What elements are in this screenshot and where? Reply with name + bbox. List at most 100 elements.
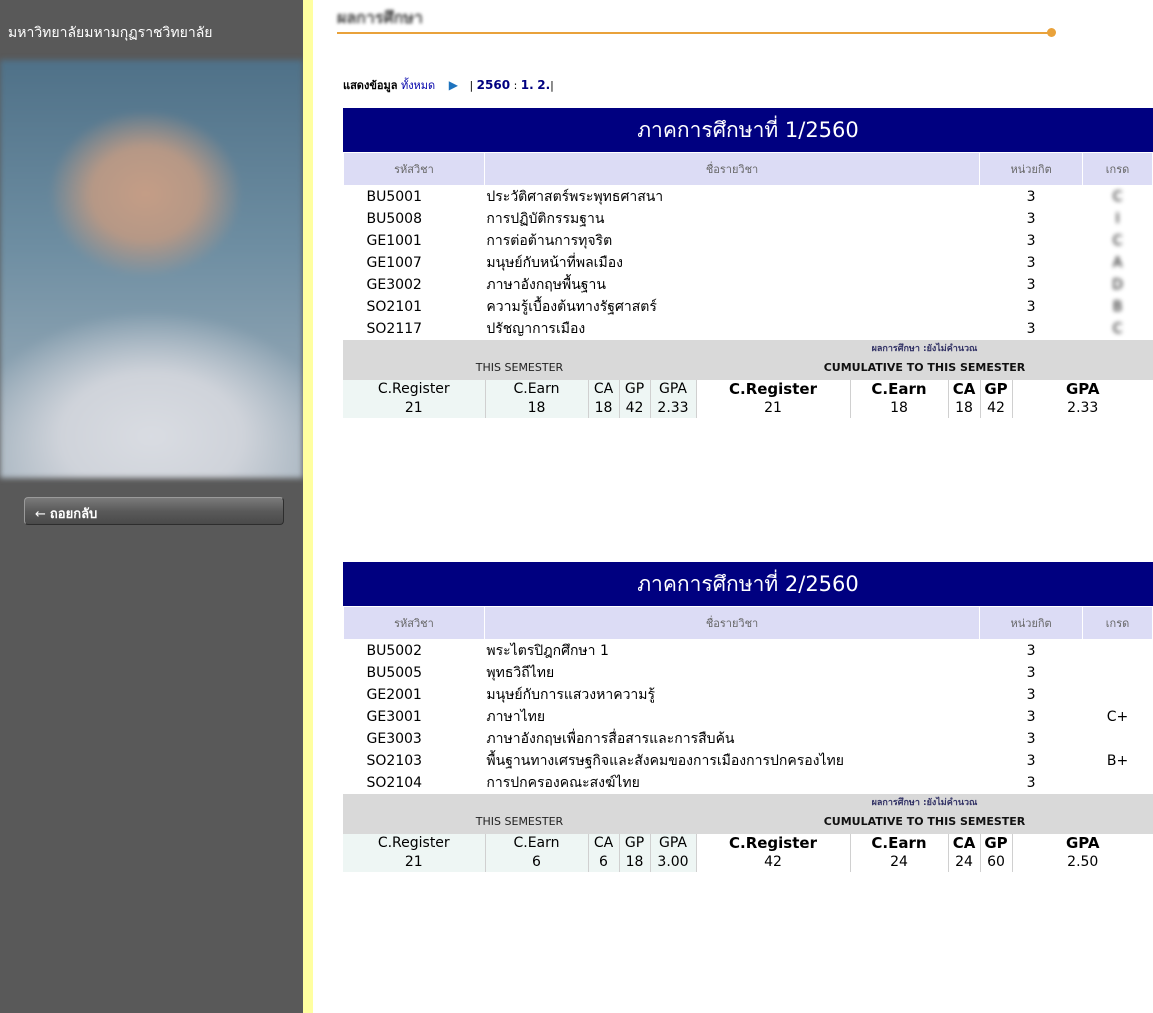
course-grade: B bbox=[1112, 299, 1123, 315]
c-earn-value: 18 bbox=[527, 400, 546, 416]
course-grade: C+ bbox=[1106, 709, 1129, 725]
gpa-value: 3.00 bbox=[657, 854, 689, 870]
filter-year[interactable]: 2560 bbox=[477, 78, 510, 92]
filter-end: | bbox=[550, 79, 554, 92]
course-grade: B+ bbox=[1106, 753, 1129, 769]
course-credit: 3 bbox=[1026, 277, 1036, 293]
course-name: พุทธวิถีไทย bbox=[486, 665, 555, 681]
course-code: BU5001 bbox=[366, 189, 422, 205]
course-code: SO2103 bbox=[366, 753, 423, 769]
filter-semester-2[interactable]: 2. bbox=[537, 78, 550, 92]
course-credit: 3 bbox=[1026, 189, 1036, 205]
semester-filter: แสดงข้อมูล ทั้งหมด ▶ | 2560 : 1. 2.| bbox=[343, 76, 554, 94]
course-credit: 3 bbox=[1026, 687, 1036, 703]
gpa-label: GPA bbox=[659, 381, 687, 397]
course-name: ภาษาไทย bbox=[486, 709, 546, 725]
course-name: ภาษาอังกฤษพื้นฐาน bbox=[486, 277, 606, 293]
gpa-label: GPA bbox=[659, 835, 687, 851]
course-credit: 3 bbox=[1026, 643, 1036, 659]
filter-all-link[interactable]: ทั้งหมด bbox=[401, 79, 435, 92]
course-credit: 3 bbox=[1026, 233, 1036, 249]
ca-value: 6 bbox=[599, 854, 608, 870]
c-earn-value: 18 bbox=[890, 400, 908, 416]
filter-separator: | bbox=[469, 79, 474, 92]
header-grade: เกรด bbox=[1082, 152, 1153, 186]
gp-label: GP bbox=[624, 835, 645, 851]
course-credit: 3 bbox=[1026, 665, 1036, 681]
course-name: ภาษาอังกฤษเพื่อการสื่อสารและการสืบค้น bbox=[486, 731, 735, 747]
course-grade: C bbox=[1112, 321, 1123, 337]
course-code: SO2101 bbox=[366, 299, 423, 315]
cum-gp: GP 60 bbox=[979, 834, 1012, 872]
course-name: ความรู้เบื้องต้นทางรัฐศาสตร์ bbox=[486, 299, 657, 315]
semester-block-1: ภาคการศึกษาที่ 1/2560 รหัสวิชา ชื่อรายวิ… bbox=[343, 108, 1153, 418]
this-ca: CA 6 bbox=[587, 834, 619, 872]
header-credit: หน่วยกิต bbox=[979, 152, 1084, 186]
gpa-label: GPA bbox=[1065, 380, 1100, 398]
summary-table: ผลการศึกษา :ยังไม่คำนวณ THIS SEMESTER CU… bbox=[343, 794, 1153, 872]
filter-semester-1[interactable]: 1. bbox=[521, 78, 534, 92]
course-code: GE1007 bbox=[366, 255, 422, 271]
course-name: พื้นฐานทางเศรษฐกิจและสังคมของการเมืองการ… bbox=[486, 753, 844, 769]
semester-title: ภาคการศึกษาที่ 2/2560 bbox=[343, 562, 1153, 606]
cum-c-register: C.Register 21 bbox=[695, 380, 850, 418]
header-code: รหัสวิชา bbox=[343, 152, 485, 186]
summary-status: ผลการศึกษา :ยังไม่คำนวณ bbox=[696, 340, 1153, 355]
course-grade bbox=[1083, 772, 1153, 794]
gp-value: 42 bbox=[625, 400, 644, 416]
course-name: ปรัชญาการเมือง bbox=[486, 321, 586, 337]
gpa-value: 2.33 bbox=[657, 400, 689, 416]
c-register-label: C.Register bbox=[377, 381, 450, 397]
this-c-register: C.Register 21 bbox=[343, 380, 485, 418]
ca-label: CA bbox=[593, 835, 614, 851]
header-name: ชื่อรายวิชา bbox=[483, 152, 981, 186]
semester-title: ภาคการศึกษาที่ 1/2560 bbox=[343, 108, 1153, 152]
course-credit: 3 bbox=[1026, 753, 1036, 769]
course-credit: 3 bbox=[1026, 321, 1036, 337]
course-code: GE3001 bbox=[366, 709, 422, 725]
cum-ca: CA 24 bbox=[947, 834, 980, 872]
c-register-value: 42 bbox=[764, 854, 782, 870]
cum-gpa: GPA 2.50 bbox=[1011, 834, 1153, 872]
gpa-value: 2.50 bbox=[1067, 854, 1099, 870]
ca-label: CA bbox=[593, 381, 614, 397]
cum-gp: GP 42 bbox=[979, 380, 1012, 418]
cum-ca: CA 18 bbox=[947, 380, 980, 418]
gp-value: 60 bbox=[987, 854, 1005, 870]
table-row: BU5001 ประวัติศาสตร์พระพุทธศาสนา 3 C bbox=[344, 186, 1153, 209]
course-grade bbox=[1083, 684, 1153, 706]
course-name: ประวัติศาสตร์พระพุทธศาสนา bbox=[486, 189, 664, 205]
back-button[interactable]: ← ถอยกลับ bbox=[24, 497, 284, 525]
table-row: GE1001 การต่อต้านการทุจริต 3 C bbox=[344, 230, 1153, 252]
cumulative-label: CUMULATIVE TO THIS SEMESTER bbox=[696, 355, 1153, 380]
course-credit: 3 bbox=[1026, 211, 1036, 227]
cumulative-label: CUMULATIVE TO THIS SEMESTER bbox=[696, 809, 1153, 834]
this-gpa: GPA 3.00 bbox=[649, 834, 696, 872]
table-row: SO2101 ความรู้เบื้องต้นทางรัฐศาสตร์ 3 B bbox=[344, 296, 1153, 318]
course-code: SO2117 bbox=[366, 321, 423, 337]
course-code: BU5008 bbox=[366, 211, 422, 227]
c-earn-label: C.Earn bbox=[871, 380, 927, 398]
this-c-register: C.Register 21 bbox=[343, 834, 485, 872]
c-register-value: 21 bbox=[764, 400, 782, 416]
course-grade bbox=[1083, 640, 1153, 663]
summary-table: ผลการศึกษา :ยังไม่คำนวณ THIS SEMESTER CU… bbox=[343, 340, 1153, 418]
title-rule-dot bbox=[1047, 28, 1056, 37]
c-register-label: C.Register bbox=[729, 834, 817, 852]
table-row: BU5005 พุทธวิถีไทย 3 bbox=[344, 662, 1153, 684]
table-row: GE1007 มนุษย์กับหน้าที่พลเมือง 3 A bbox=[344, 252, 1153, 274]
course-table: รหัสวิชา ชื่อรายวิชา หน่วยกิต เกรด BU500… bbox=[343, 152, 1153, 340]
course-code: GE1001 bbox=[366, 233, 422, 249]
table-row: GE3003 ภาษาอังกฤษเพื่อการสื่อสารและการสื… bbox=[344, 728, 1153, 750]
course-grade bbox=[1083, 728, 1153, 750]
this-c-earn: C.Earn 18 bbox=[484, 380, 588, 418]
course-code: BU5002 bbox=[366, 643, 422, 659]
filter-colon: : bbox=[513, 79, 518, 92]
course-code: SO2104 bbox=[366, 775, 423, 791]
cum-c-register: C.Register 42 bbox=[695, 834, 850, 872]
this-semester-label: THIS SEMESTER bbox=[343, 355, 696, 380]
course-name: การปฏิบัติกรรมฐาน bbox=[486, 211, 605, 227]
this-c-earn: C.Earn 6 bbox=[484, 834, 588, 872]
student-photo bbox=[0, 60, 303, 478]
ca-value: 18 bbox=[955, 400, 973, 416]
